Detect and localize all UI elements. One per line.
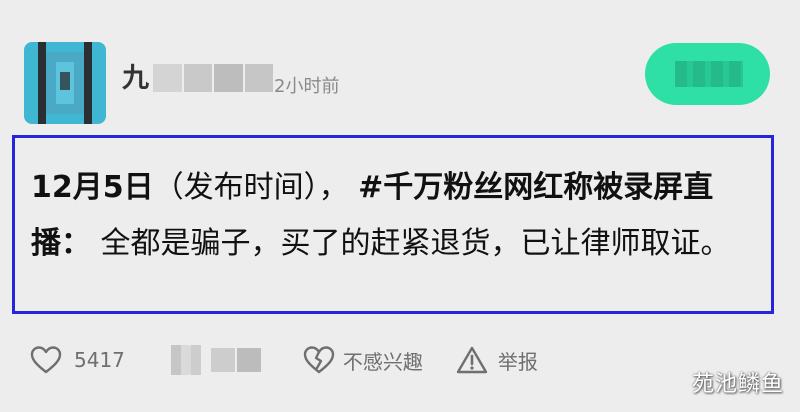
user-avatar[interactable] [24,42,106,124]
not-interested-button[interactable]: 不感兴趣 [303,345,423,375]
follow-button[interactable] [645,43,770,105]
blurred-action[interactable] [170,345,261,375]
post-date-suffix: （发布时间）， [153,170,349,205]
like-count: 5417 [74,348,125,372]
blurred-action-label [210,348,261,372]
post-content-highlight: 12月5日（发布时间）， #千万粉丝网红称被录屏直播： 全都是骗子，买了的赶紧退… [12,135,774,314]
post-time: 2小时前 [274,76,340,97]
post-text: 12月5日（发布时间）， #千万粉丝网红称被录屏直播： 全都是骗子，买了的赶紧退… [31,160,757,272]
warning-triangle-icon [456,346,488,374]
heart-icon [30,346,62,374]
not-interested-label: 不感兴趣 [342,349,423,374]
pixelated-icon [170,345,201,375]
post-body: 全都是骗子，买了的赶紧退货，已让律师取证。 [100,226,731,261]
user-name-blurred [153,64,273,92]
like-button[interactable]: 5417 [30,345,125,375]
watermark: 苑池鳞鱼 [691,372,784,397]
post-date: 12月5日 [31,170,154,205]
report-button[interactable]: 举报 [456,345,538,375]
user-name[interactable]: 九 [122,64,273,92]
broken-heart-icon [303,346,335,374]
report-label: 举报 [497,349,538,374]
action-bar: 5417 不感兴趣 举报 [30,340,800,380]
user-name-text: 九 [122,62,149,94]
